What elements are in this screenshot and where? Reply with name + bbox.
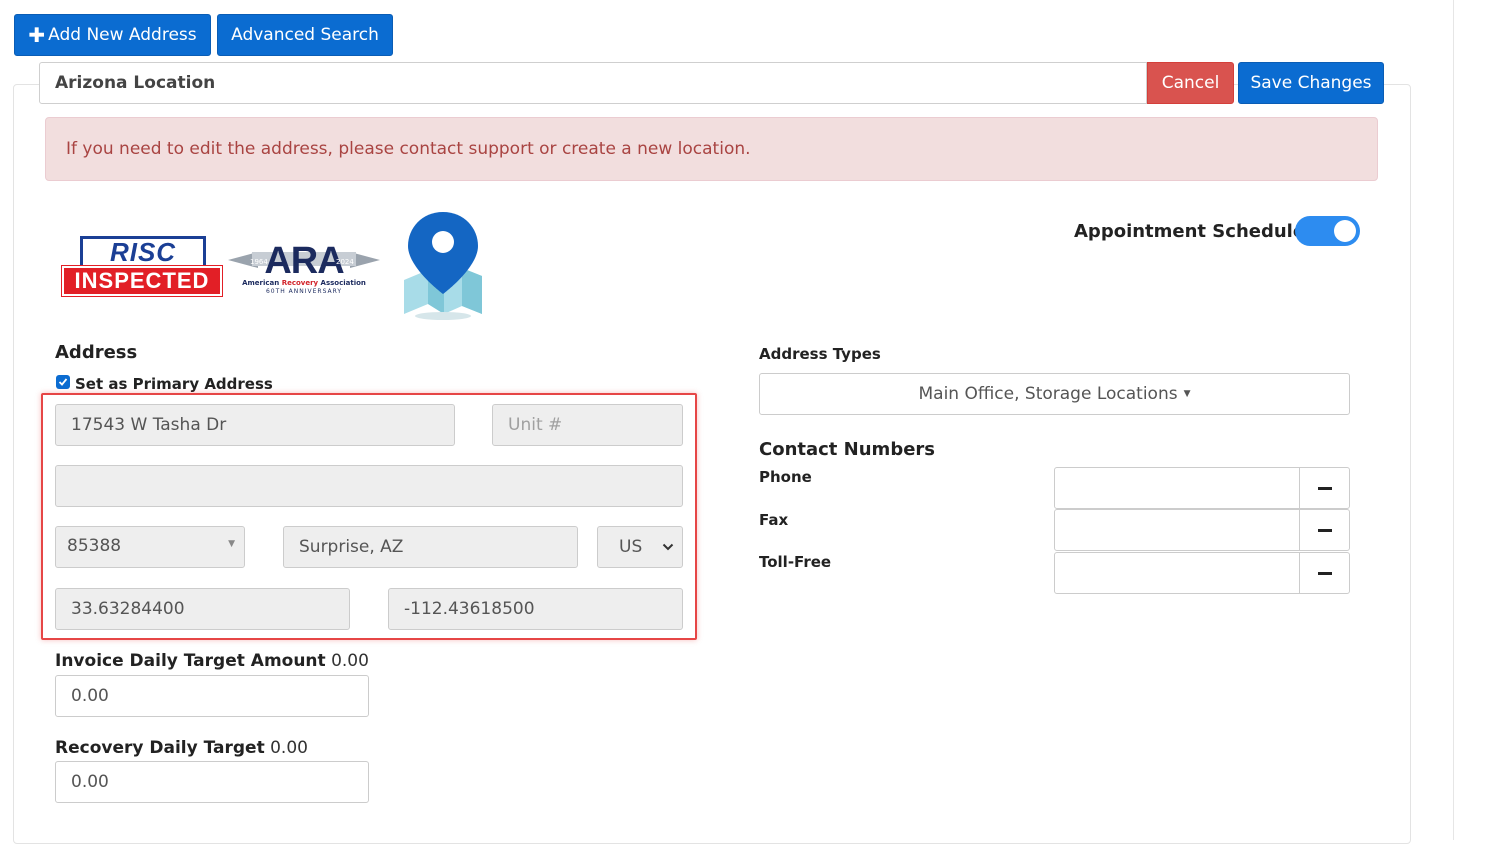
remove-fax-button[interactable] xyxy=(1299,509,1350,551)
map-pin-icon xyxy=(404,212,482,320)
address-heading: Address xyxy=(55,342,138,363)
longitude-input[interactable]: -112.43618500 xyxy=(388,588,683,630)
chevron-down-icon xyxy=(662,543,674,551)
minus-icon xyxy=(1317,486,1332,490)
street-address-input[interactable]: 17543 W Tasha Dr xyxy=(55,404,455,446)
address-line2-input[interactable] xyxy=(55,465,683,507)
fax-label: Fax xyxy=(759,511,789,529)
save-changes-button[interactable]: Save Changes xyxy=(1238,62,1384,104)
page-divider xyxy=(1453,0,1454,840)
remove-tollfree-button[interactable] xyxy=(1299,552,1350,594)
toggle-knob xyxy=(1334,220,1356,242)
check-icon xyxy=(58,378,68,386)
address-types-dropdown[interactable]: Main Office, Storage Locations ▼ xyxy=(759,373,1350,415)
address-types-label: Address Types xyxy=(759,345,881,363)
minus-icon xyxy=(1317,571,1332,575)
unit-number-input[interactable]: Unit # xyxy=(492,404,683,446)
tollfree-label: Toll-Free xyxy=(759,553,832,571)
invoice-target-input[interactable]: 0.00 xyxy=(55,675,369,717)
minus-icon xyxy=(1317,528,1332,532)
primary-address-checkbox[interactable] xyxy=(56,375,70,389)
caret-down-icon: ▼ xyxy=(228,539,235,549)
add-new-address-button[interactable]: ✚ Add New Address xyxy=(14,14,211,56)
location-name-input[interactable]: Arizona Location xyxy=(39,62,1147,104)
zip-code-select[interactable]: 85388 ▼ xyxy=(55,526,245,568)
contact-numbers-heading: Contact Numbers xyxy=(759,439,936,460)
risc-inspected-badge: RISC INSPECTED xyxy=(61,236,223,300)
ara-anniversary-logo: ARA 1964 2024 American Recovery Associat… xyxy=(228,238,380,300)
advanced-search-button[interactable]: Advanced Search xyxy=(217,14,393,56)
invoice-target-label: Invoice Daily Target Amount 0.00 xyxy=(55,651,369,671)
city-state-input[interactable]: Surprise, AZ xyxy=(283,526,578,568)
remove-phone-button[interactable] xyxy=(1299,467,1350,509)
edit-address-alert: If you need to edit the address, please … xyxy=(45,117,1378,181)
country-select[interactable]: US xyxy=(597,526,683,568)
caret-down-icon: ▼ xyxy=(1183,389,1191,399)
recovery-target-input[interactable]: 0.00 xyxy=(55,761,369,803)
primary-address-label: Set as Primary Address xyxy=(75,375,273,393)
phone-input[interactable] xyxy=(1054,467,1300,509)
fax-input[interactable] xyxy=(1054,509,1300,551)
appointment-schedule-label: Appointment Schedule xyxy=(1074,221,1306,242)
recovery-target-label: Recovery Daily Target 0.00 xyxy=(55,738,308,758)
tollfree-input[interactable] xyxy=(1054,552,1300,594)
appointment-schedule-toggle[interactable] xyxy=(1295,216,1360,246)
cancel-button[interactable]: Cancel xyxy=(1147,62,1234,104)
plus-icon: ✚ xyxy=(28,23,46,47)
latitude-input[interactable]: 33.63284400 xyxy=(55,588,350,630)
phone-label: Phone xyxy=(759,468,812,486)
